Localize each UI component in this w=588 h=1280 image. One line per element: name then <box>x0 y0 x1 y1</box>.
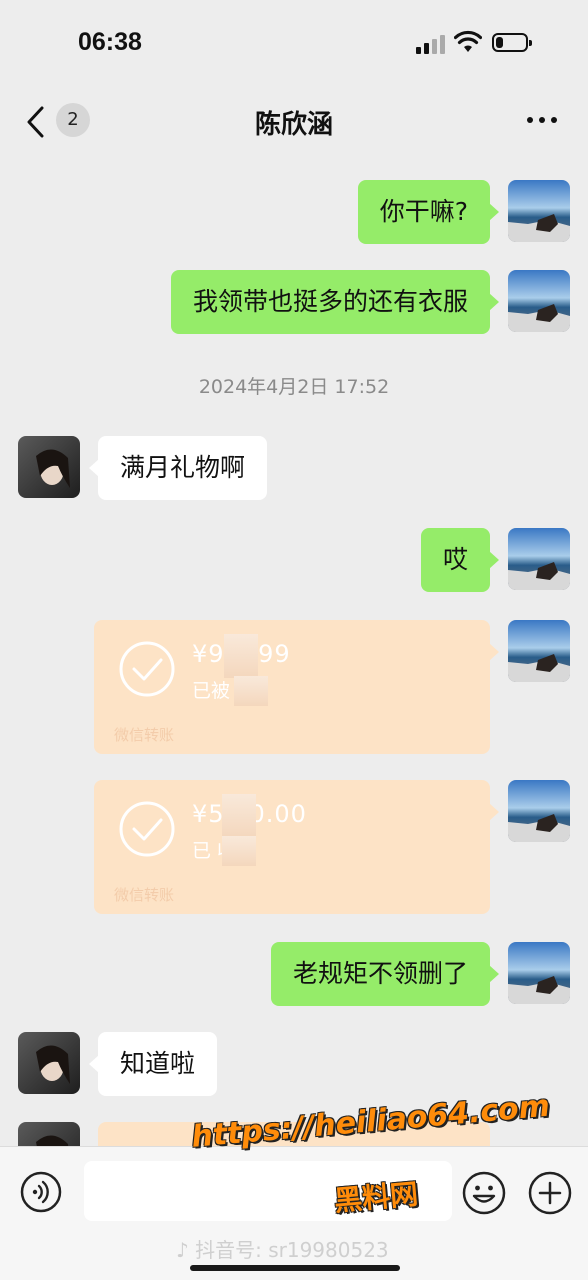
message-bubble-out[interactable]: 哎 <box>420 528 500 592</box>
contact-avatar[interactable] <box>18 436 80 498</box>
my-avatar[interactable] <box>508 270 570 332</box>
check-circle-icon <box>119 801 175 857</box>
emoji-icon[interactable] <box>462 1171 506 1215</box>
status-time: 06:38 <box>78 28 142 56</box>
douyin-id-watermark: ♪ 抖音号: sr19980523 <box>176 1234 389 1263</box>
my-avatar[interactable] <box>508 620 570 682</box>
transfer-label: 微信转账 <box>114 726 175 744</box>
wifi-icon <box>454 30 482 52</box>
contact-avatar[interactable] <box>18 1122 80 1148</box>
privacy-mosaic <box>222 794 256 838</box>
message-bubble-out[interactable]: 老规矩不领删了 <box>270 942 500 1006</box>
message-bubble-out[interactable]: 我领带也挺多的还有衣服 <box>170 270 500 334</box>
privacy-mosaic <box>224 634 258 678</box>
transfer-card[interactable]: ¥5 00.00 已 收 微信转账 <box>94 780 499 914</box>
my-avatar[interactable] <box>508 180 570 242</box>
home-indicator <box>190 1265 400 1271</box>
check-circle-icon <box>119 641 175 697</box>
plus-icon[interactable] <box>528 1171 572 1215</box>
my-avatar[interactable] <box>508 528 570 590</box>
message-bubble-in[interactable]: 知道啦 <box>88 1032 218 1096</box>
transfer-card[interactable]: ¥9 9.99 已被 攻 微信转账 <box>94 620 499 754</box>
transfer-label: 微信转账 <box>114 886 175 904</box>
message-bubble-in[interactable]: 满月礼物啊 <box>88 436 268 500</box>
more-options-icon[interactable] <box>524 108 560 132</box>
message-bubble-out[interactable]: 你干嘛? <box>357 180 500 244</box>
douyin-id: 抖音号: sr19980523 <box>195 1238 389 1262</box>
my-avatar[interactable] <box>508 942 570 1004</box>
privacy-mosaic <box>222 836 256 866</box>
my-avatar[interactable] <box>508 780 570 842</box>
chat-title: 陈欣涵 <box>254 110 333 140</box>
privacy-mosaic <box>234 676 268 706</box>
watermark-site-name: 黑料网 <box>332 1177 420 1218</box>
voice-input-icon[interactable] <box>20 1171 62 1213</box>
battery-level <box>496 37 503 48</box>
status-bar: 06:38 <box>0 0 588 90</box>
nav-bar: 2 陈欣涵 <box>0 90 588 160</box>
douyin-logo-icon: ♪ <box>176 1238 189 1262</box>
signal-icon <box>416 34 448 54</box>
contact-avatar[interactable] <box>18 1032 80 1094</box>
message-timestamp: 2024年4月2日 17:52 <box>198 376 390 398</box>
battery-icon <box>492 33 532 52</box>
